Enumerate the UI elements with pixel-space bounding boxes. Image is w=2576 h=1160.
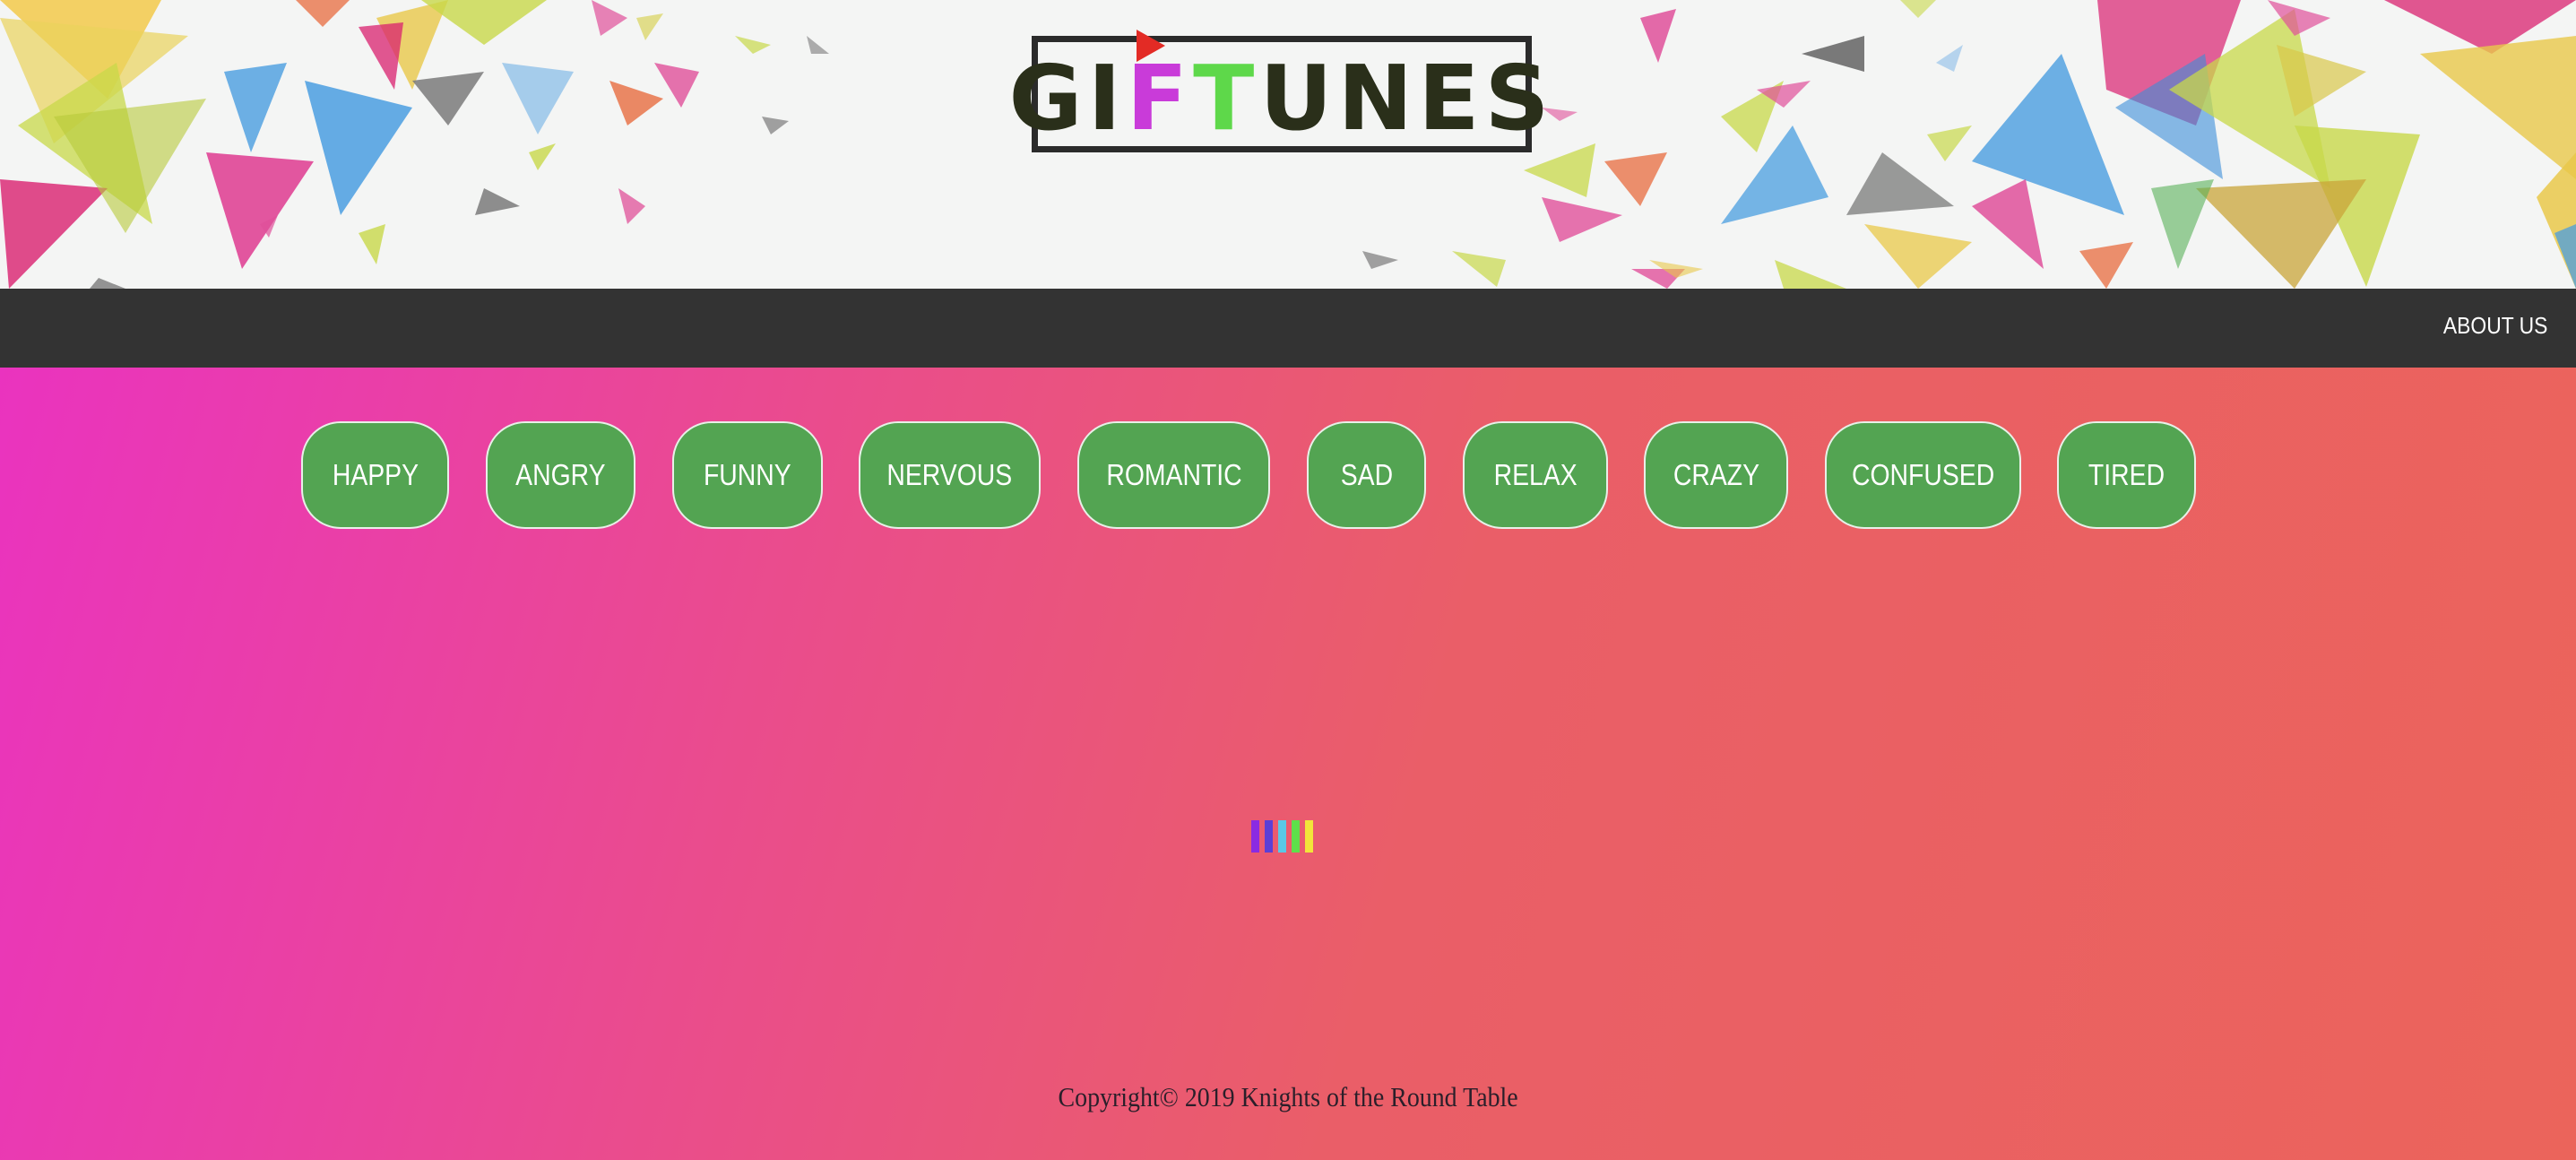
mood-button-label: FUNNY <box>704 458 791 491</box>
mood-button-label: TIRED <box>2088 458 2165 491</box>
mood-button-tired[interactable]: TIRED <box>2057 421 2196 529</box>
mood-button-angry[interactable]: ANGRY <box>486 421 635 529</box>
navbar: ABOUT US <box>0 289 2576 368</box>
mood-button-label: NERVOUS <box>886 458 1013 491</box>
mood-button-funny[interactable]: FUNNY <box>672 421 823 529</box>
play-icon <box>1137 30 1165 62</box>
mood-button-label: ANGRY <box>515 458 606 491</box>
mood-button-label: ROMANTIC <box>1105 458 1242 491</box>
logo-letter-i: I <box>1087 46 1127 151</box>
header-banner: G I F T UNES <box>0 0 2576 289</box>
loader-bar <box>1265 820 1273 853</box>
copyright-text: Copyright© 2019 Knights of the Round Tab… <box>1058 1081 1518 1112</box>
main-content: HAPPY ANGRY FUNNY NERVOUS ROMANTIC SAD R… <box>0 368 2576 1160</box>
giftunes-page: G I F T UNES ABOUT US HAPPY ANGRY FUNNY … <box>0 0 2576 1160</box>
mood-button-label: HAPPY <box>332 458 419 491</box>
mood-button-row: HAPPY ANGRY FUNNY NERVOUS ROMANTIC SAD R… <box>0 421 2576 532</box>
logo[interactable]: G I F T UNES <box>1008 30 1550 152</box>
logo-wordmark: G I F T UNES <box>1008 54 1554 143</box>
logo-letter-t: T <box>1193 46 1260 151</box>
loading-indicator <box>1251 820 1319 854</box>
mood-button-romantic[interactable]: ROMANTIC <box>1077 421 1270 529</box>
footer-copyright: Copyright© 2019 Knights of the Round Tab… <box>0 1081 2576 1113</box>
mood-button-label: CRAZY <box>1673 458 1759 491</box>
logo-letter-f: F <box>1126 46 1194 151</box>
mood-button-happy[interactable]: HAPPY <box>301 421 449 529</box>
logo-letter-g: G <box>1008 46 1088 151</box>
mood-button-relax[interactable]: RELAX <box>1463 421 1608 529</box>
loader-bar <box>1305 820 1313 853</box>
mood-button-confused[interactable]: CONFUSED <box>1825 421 2021 529</box>
mood-button-label: RELAX <box>1493 458 1578 491</box>
mood-button-nervous[interactable]: NERVOUS <box>859 421 1041 529</box>
about-us-link[interactable]: ABOUT US <box>2442 312 2547 340</box>
logo-letters-unes: UNES <box>1259 46 1555 151</box>
mood-button-label: SAD <box>1340 458 1393 491</box>
mood-button-label: CONFUSED <box>1851 458 1995 491</box>
loader-bar <box>1251 820 1259 853</box>
mood-button-crazy[interactable]: CRAZY <box>1644 421 1788 529</box>
loader-bar <box>1292 820 1300 853</box>
mood-button-sad[interactable]: SAD <box>1307 421 1426 529</box>
loader-bar <box>1278 820 1286 853</box>
